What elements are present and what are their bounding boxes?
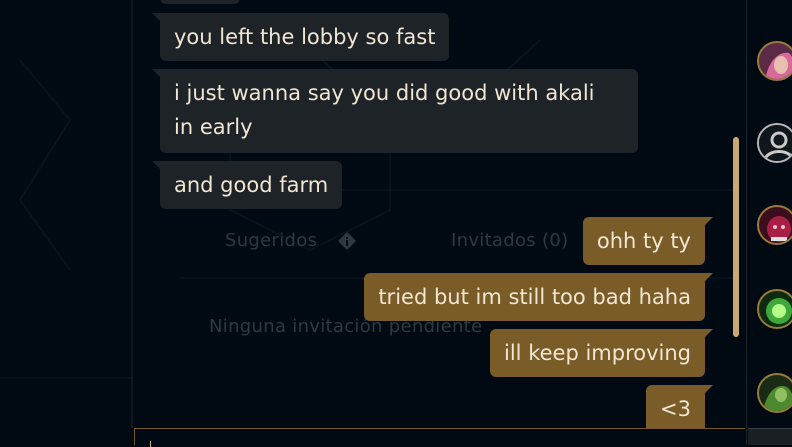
chat-input[interactable] (134, 428, 745, 447)
champion-portrait-green-dark-icon (759, 375, 792, 411)
chat-message-incoming: and good farm (151, 161, 343, 209)
text-cursor (150, 441, 151, 447)
champion-portrait-red-icon (759, 207, 792, 243)
friend-avatar[interactable] (757, 289, 792, 329)
chat-scrollbar-thumb[interactable] (733, 137, 739, 337)
champion-portrait-green-icon (759, 291, 792, 327)
chat-message-line: in early (174, 115, 253, 139)
partial-message (160, 0, 240, 4)
friend-avatar[interactable] (757, 41, 792, 81)
chat-message-outgoing: ohh ty ty (582, 217, 714, 265)
chat-message-outgoing: <3 (646, 385, 713, 433)
friend-avatar[interactable] (757, 205, 792, 245)
chat-message-outgoing: ill keep improving (490, 329, 713, 377)
default-user-silhouette-icon (759, 125, 792, 161)
champion-portrait-pink-hair-icon (759, 43, 792, 79)
chat-message-incoming: you left the lobby so fast (151, 13, 450, 61)
chat-message-incoming: i just wanna say you did good with akali… (152, 69, 638, 153)
friends-rail-footer (748, 428, 792, 445)
chat-message-line: i just wanna say you did good with akali (174, 81, 595, 105)
friend-avatar[interactable] (757, 373, 792, 413)
friend-avatar[interactable] (757, 123, 792, 163)
chat-message-outgoing: tried but im still too bad haha (364, 273, 713, 321)
